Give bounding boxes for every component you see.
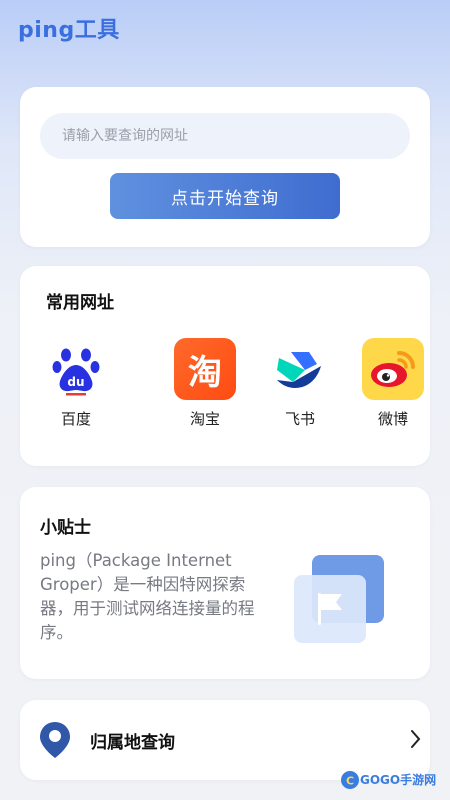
watermark-glyph: C [346,775,354,788]
taobao-icon: 淘 [174,338,236,400]
taobao-icon-glyph: 淘 [188,352,222,393]
svg-text:du: du [67,375,84,389]
site-label-taobao: 淘宝 [189,410,220,428]
site-label-baidu: 百度 [60,410,91,428]
tips-title: 小贴士 [40,518,91,538]
flag-card-icon [290,549,390,649]
location-query-label: 归属地查询 [90,733,175,753]
location-pin-icon [38,720,72,764]
watermark-text: GOGO手游网 [360,773,437,787]
common-sites-title: 常用网址 [46,293,114,313]
tips-text: ping（Package Internet Groper）是一种因特网探索器，用… [40,551,255,642]
site-label-weibo: 微博 [377,410,408,428]
url-search-input[interactable] [40,113,410,159]
site-item-taobao[interactable]: 淘 淘宝 [165,338,245,429]
chevron-right-icon [410,728,422,754]
site-item-baidu[interactable]: du 百度 [36,338,116,429]
start-query-button[interactable]: 点击开始查询 [110,173,340,219]
app-title: ping工具 [18,18,120,43]
gogo-watermark-logo: C GOGO手游网 [340,765,448,795]
common-sites-card: 常用网址 du 百度 淘 淘宝 飞书 微博 [20,266,430,466]
baidu-paw-icon: du [45,338,107,400]
site-item-weibo[interactable]: 微博 [353,338,433,429]
weibo-eye-icon [362,338,424,400]
search-card: 点击开始查询 [20,87,430,247]
site-label-feishu: 飞书 [284,410,315,428]
tips-card: 小贴士 ping（Package Internet Groper）是一种因特网探… [20,487,430,679]
feishu-bird-icon [269,338,331,400]
site-item-feishu[interactable]: 飞书 [260,338,340,429]
